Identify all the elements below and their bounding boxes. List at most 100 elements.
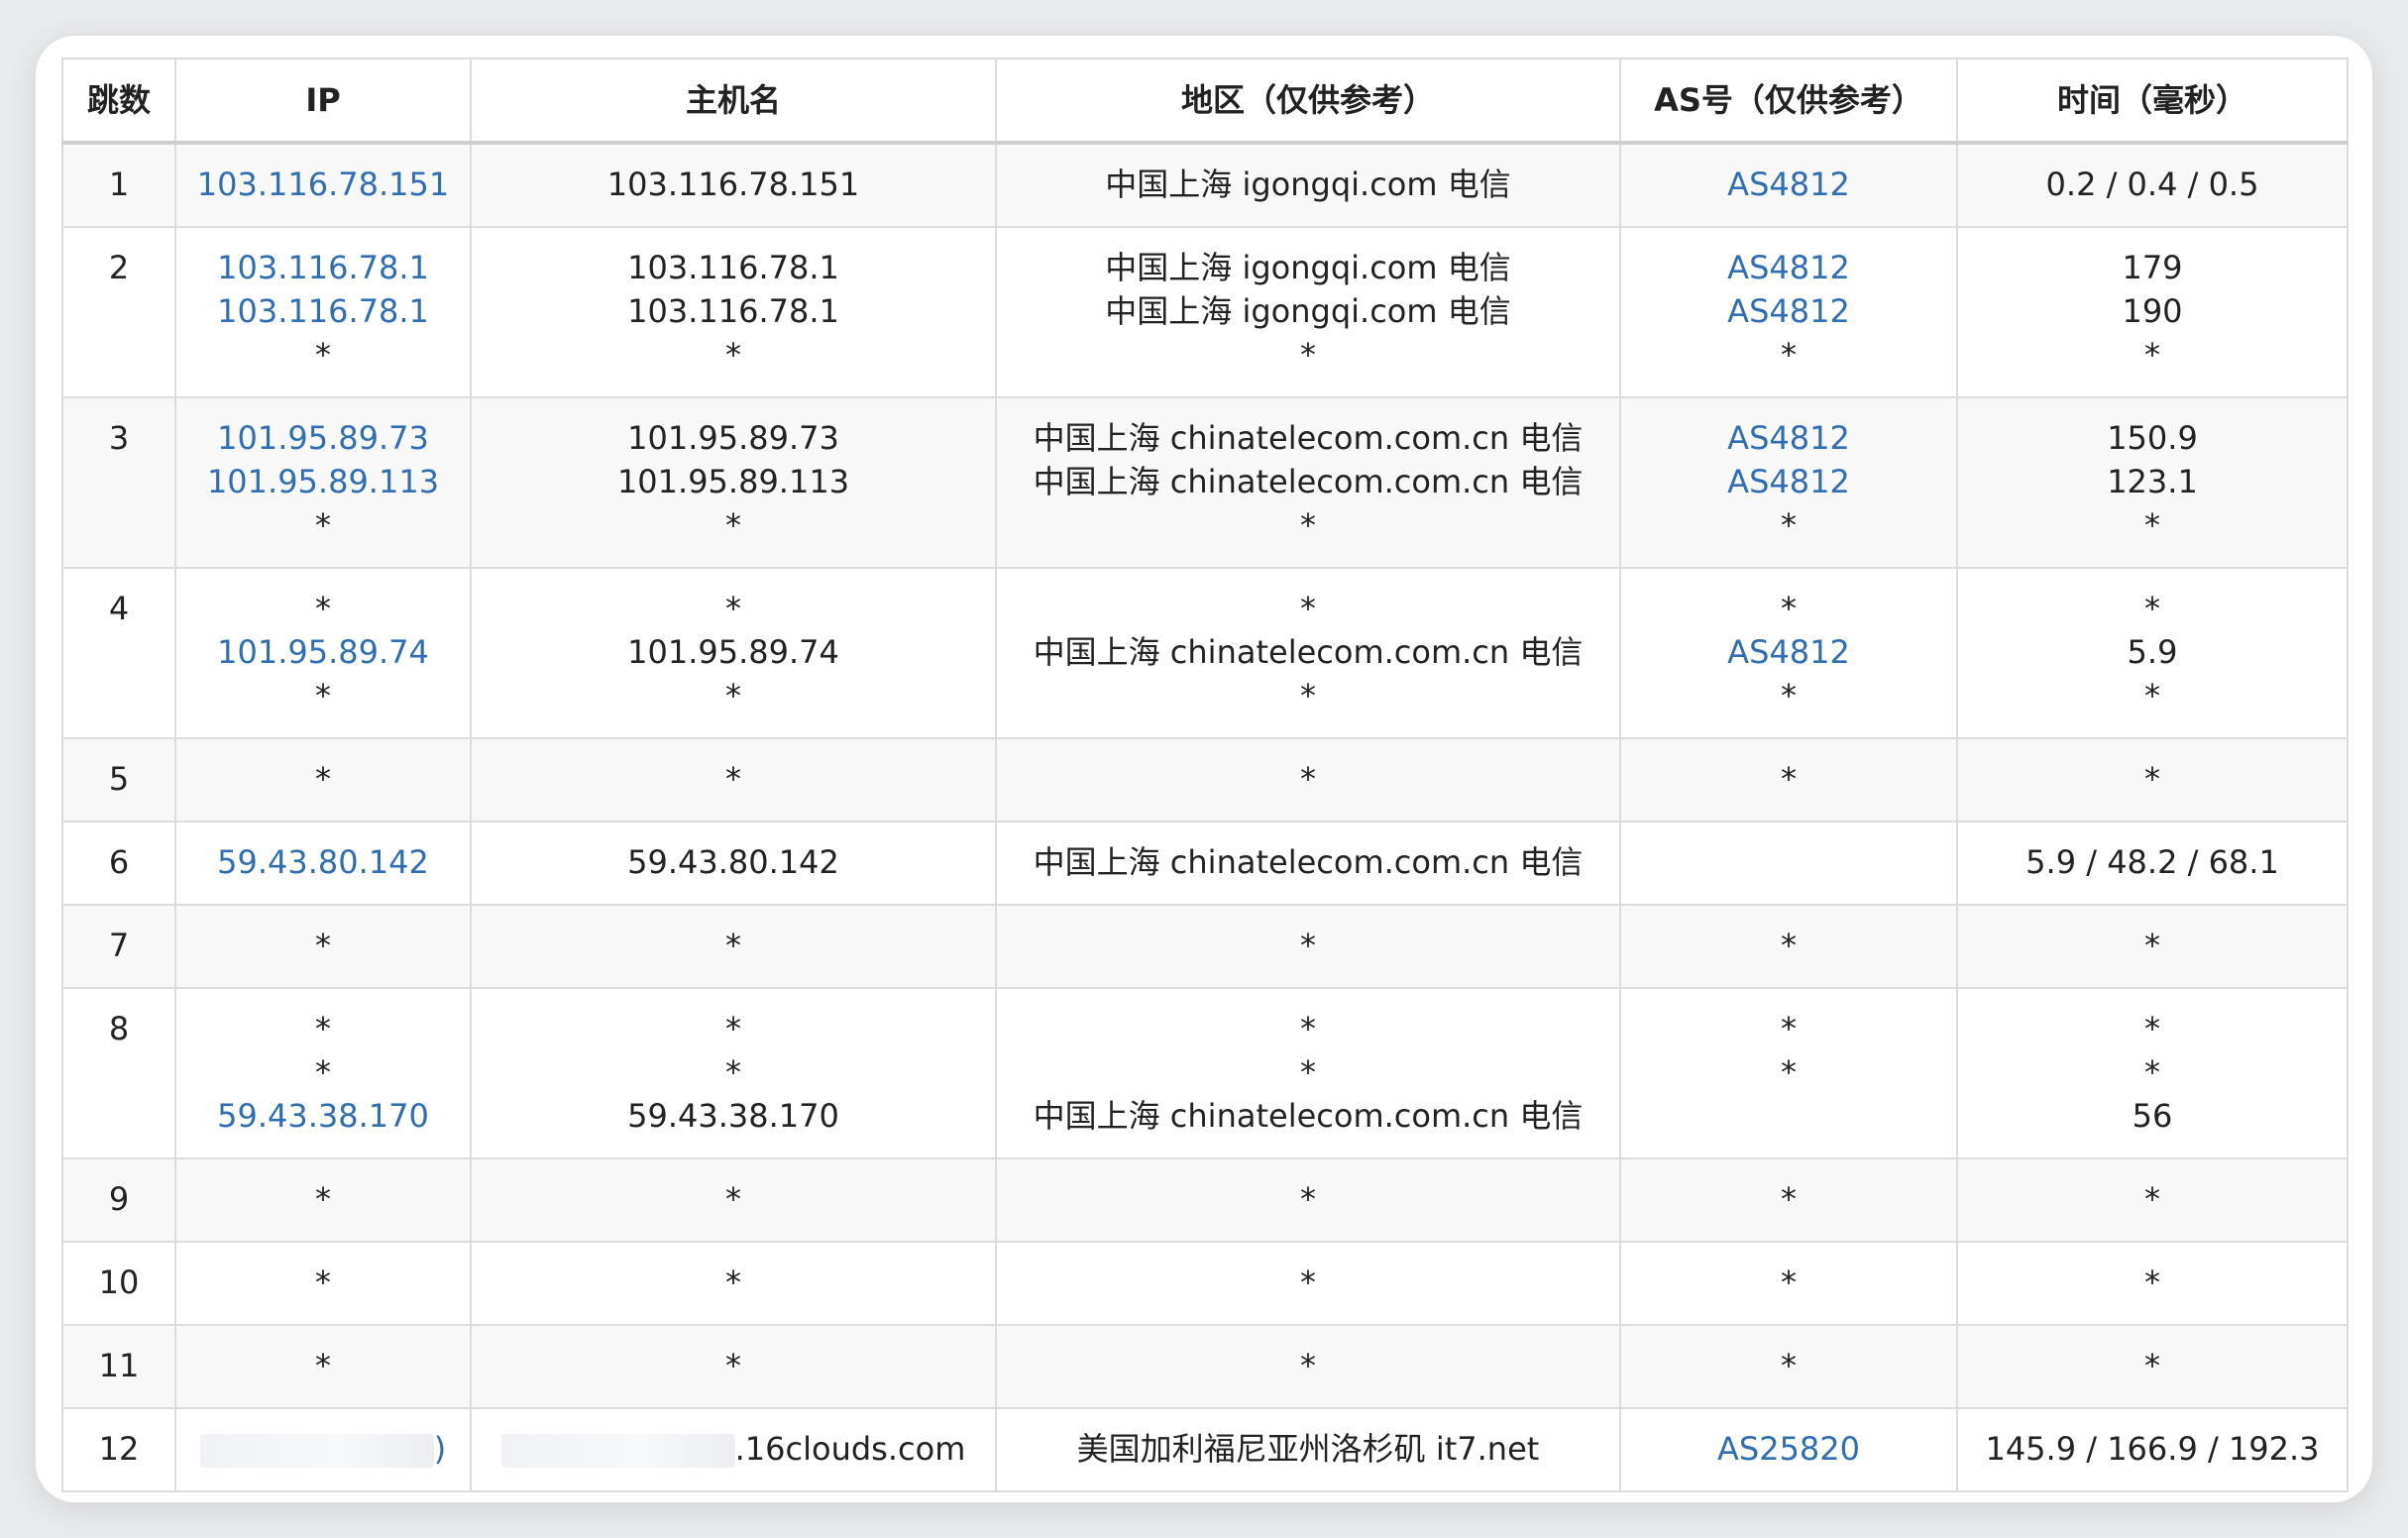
hop-cell: 8 (61, 987, 176, 1159)
ip-cell: * (174, 737, 472, 823)
as-cell: * AS4812 * (1619, 567, 1958, 739)
time-cell: * (1956, 1324, 2349, 1409)
as-cell: * (1619, 737, 1958, 823)
hostname-text: 59.43.80.142 (627, 843, 839, 881)
time-text: 190 (2122, 292, 2183, 330)
as-text: * (1781, 590, 1797, 627)
ip-link[interactable]: 103.116.78.1 (176, 289, 470, 333)
time-text: * (2144, 506, 2160, 544)
as-link[interactable]: AS4812 (1621, 630, 1956, 674)
header-region: 地区（仅供参考） (995, 57, 1621, 145)
ip-text: * (315, 336, 331, 374)
region-text: 中国上海 chinatelecom.com.cn 电信 (1033, 843, 1584, 881)
time-cell: * (1956, 737, 2349, 823)
hop-cell: 11 (61, 1324, 176, 1409)
region-text: * (1300, 927, 1316, 964)
ip-link[interactable]: 103.116.78.151 (176, 163, 470, 206)
hostname-text: * (725, 760, 741, 798)
region-text: * (1300, 1180, 1316, 1218)
as-link[interactable]: AS4812 (1621, 416, 1956, 460)
hostname-text: * (725, 1180, 741, 1218)
redacted-hostname-mask (500, 1434, 735, 1468)
ip-text: * (315, 1053, 331, 1091)
as-text: * (1781, 677, 1797, 714)
as-text: * (1781, 1347, 1797, 1384)
region-cell: 美国加利福尼亚州洛杉矶 it7.net (995, 1407, 1621, 1492)
hostname-cell: .16clouds.com (470, 1407, 997, 1492)
table-row: 3 101.95.89.73 101.95.89.113 * 101.95.89.73 1… (61, 396, 2349, 569)
hostname-text: 59.43.38.170 (627, 1097, 839, 1135)
hostname-text: 103.116.78.151 (606, 165, 860, 203)
hostname-text: * (725, 1347, 741, 1384)
time-text: * (2144, 1180, 2160, 1218)
ip-cell: * (174, 1241, 472, 1326)
hostname-cell: * (470, 904, 997, 989)
as-text: * (1781, 506, 1797, 544)
region-text: 中国上海 chinatelecom.com.cn 电信 (1033, 633, 1584, 671)
ip-cell: * (174, 904, 472, 989)
ip-link[interactable]: 101.95.89.73 (176, 416, 470, 460)
region-cell: * (995, 904, 1621, 989)
ip-link[interactable]: ) (434, 1430, 446, 1468)
table-row: 11 * * * * * (61, 1324, 2349, 1409)
header-as: AS号（仅供参考） (1619, 57, 1958, 145)
time-cell: * (1956, 1241, 2349, 1326)
ip-link[interactable]: 59.43.80.142 (176, 840, 470, 884)
ip-text: * (315, 1347, 331, 1384)
ip-cell: 59.43.80.142 (174, 821, 472, 906)
time-text: 145.9 / 166.9 / 192.3 (1985, 1430, 2320, 1468)
header-hostname: 主机名 (470, 57, 997, 145)
hostname-text: .16clouds.com (734, 1430, 966, 1468)
ip-text: * (315, 506, 331, 544)
as-cell: * (1619, 1157, 1958, 1243)
region-cell: * (995, 1241, 1621, 1326)
ip-link[interactable]: 101.95.89.74 (176, 630, 470, 674)
hostname-cell: 103.116.78.1 103.116.78.1 * (470, 226, 997, 398)
hop-cell: 12 (61, 1407, 176, 1492)
ip-link[interactable]: 59.43.38.170 (176, 1094, 470, 1138)
header-time: 时间（毫秒） (1956, 57, 2349, 145)
table-row: 8 * * 59.43.38.170 * * 59.43.38.170 * * 中国上海 chin… (61, 987, 2349, 1159)
hop-cell: 6 (61, 821, 176, 906)
as-cell: * (1619, 1241, 1958, 1326)
as-cell: * * (1619, 987, 1958, 1159)
ip-cell: * (174, 1157, 472, 1243)
hostname-text: * (725, 336, 741, 374)
time-cell: 145.9 / 166.9 / 192.3 (1956, 1407, 2349, 1492)
region-cell: 中国上海 chinatelecom.com.cn 电信 (995, 821, 1621, 906)
ip-text: * (315, 1010, 331, 1047)
hop-cell: 1 (61, 142, 176, 228)
ip-link[interactable]: 101.95.89.113 (176, 460, 470, 503)
hostname-cell: * * 59.43.38.170 (470, 987, 997, 1159)
time-text: * (2144, 1263, 2160, 1301)
hostname-text: 101.95.89.73 (627, 419, 839, 457)
time-text: * (2144, 1347, 2160, 1384)
hostname-cell: * 101.95.89.74 * (470, 567, 997, 739)
hostname-text: * (725, 677, 741, 714)
ip-cell: * * 59.43.38.170 (174, 987, 472, 1159)
as-link[interactable]: AS4812 (1621, 460, 1956, 503)
region-cell: 中国上海 igongqi.com 电信 (995, 142, 1621, 228)
as-text: * (1781, 927, 1797, 964)
region-text: * (1300, 506, 1316, 544)
hostname-text: * (725, 506, 741, 544)
table-row: 4 * 101.95.89.74 * * 101.95.89.74 * * 中国上海 china… (61, 567, 2349, 739)
hop-cell: 3 (61, 396, 176, 569)
ip-cell: 103.116.78.1 103.116.78.1 * (174, 226, 472, 398)
time-text: 150.9 (2107, 419, 2198, 457)
as-link[interactable]: AS25820 (1621, 1427, 1956, 1471)
region-text: * (1300, 677, 1316, 714)
as-text: * (1781, 1263, 1797, 1301)
time-text: * (2144, 677, 2160, 714)
ip-link[interactable]: 103.116.78.1 (176, 246, 470, 289)
table-row: 6 59.43.80.142 59.43.80.142 中国上海 chinatelec… (61, 821, 2349, 906)
region-text: * (1300, 590, 1316, 627)
hostname-cell: * (470, 737, 997, 823)
region-text: 中国上海 igongqi.com 电信 (1105, 292, 1511, 330)
as-link[interactable]: AS4812 (1621, 246, 1956, 289)
table-row: 7 * * * * * (61, 904, 2349, 989)
as-link[interactable]: AS4812 (1621, 289, 1956, 333)
time-text: 5.9 / 48.2 / 68.1 (2025, 843, 2279, 881)
as-link[interactable]: AS4812 (1621, 163, 1956, 206)
as-text: * (1781, 1180, 1797, 1218)
